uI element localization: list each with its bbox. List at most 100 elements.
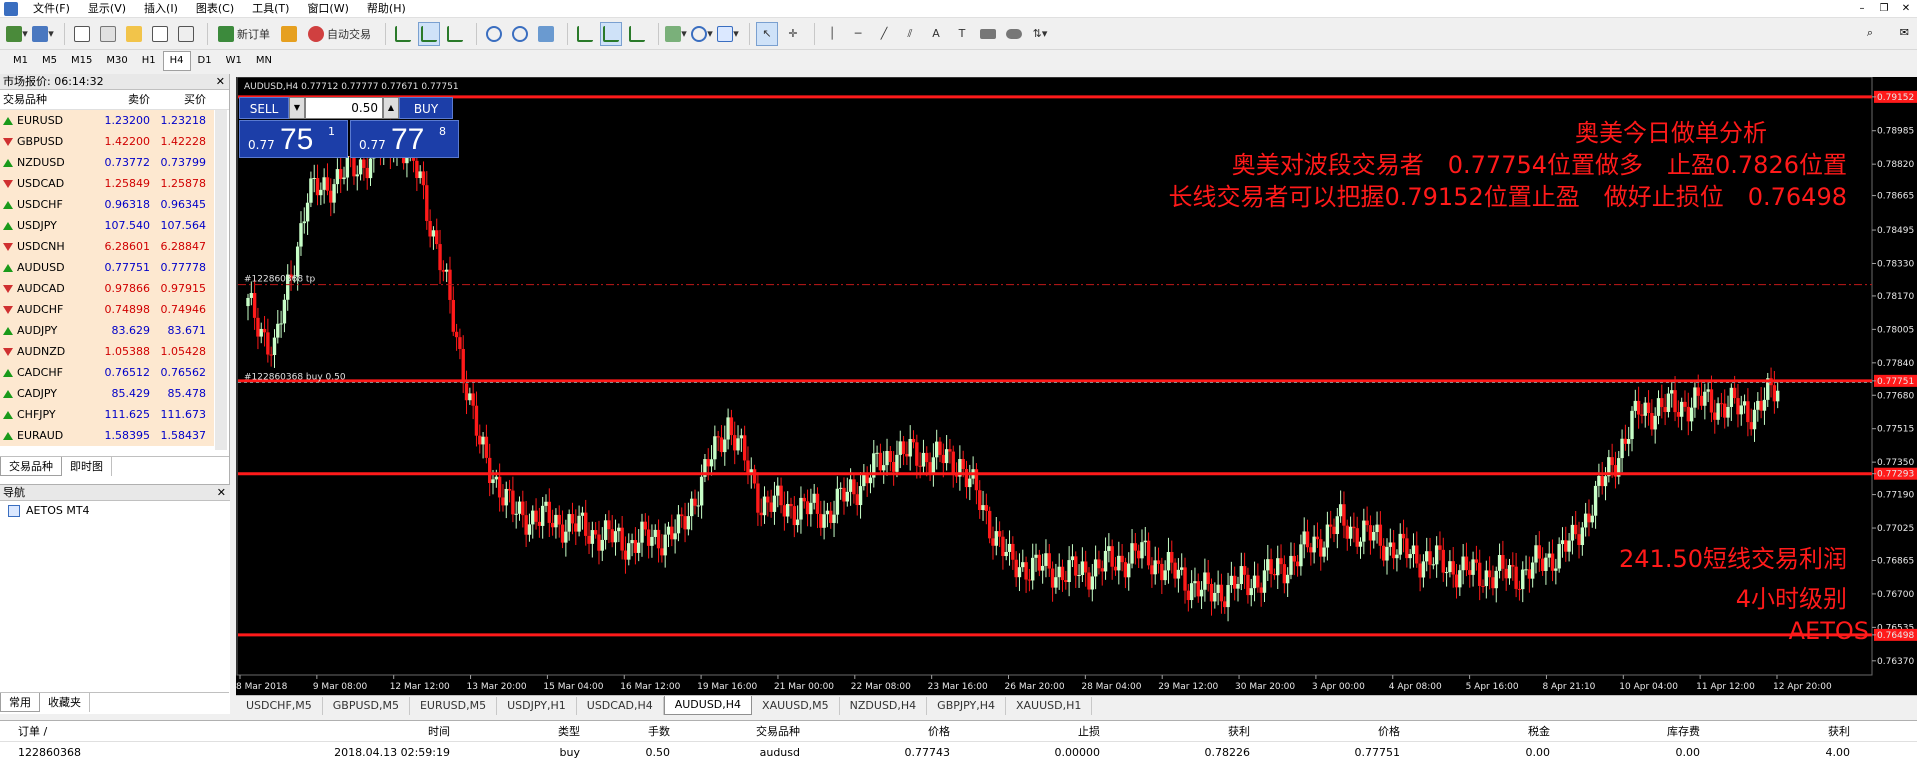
market-row-gbpusd[interactable]: GBPUSD 1.42200 1.42228 (0, 131, 214, 152)
chart-tab[interactable]: NZDUSD,H4 (840, 696, 928, 715)
market-row-audusd[interactable]: AUDUSD 0.77751 0.77778 (0, 257, 214, 278)
terminal-col-header[interactable]: 库存费 (1560, 721, 1710, 741)
autoscroll-button[interactable] (574, 22, 596, 46)
terminal-col-header[interactable]: 获利 (1710, 721, 1860, 741)
terminal-col-header[interactable]: 订单 / (0, 721, 160, 741)
terminal-col-header[interactable]: 止损 (960, 721, 1110, 741)
candlestick-button[interactable] (418, 21, 440, 46)
col-bid[interactable]: 卖价 (100, 90, 150, 109)
lots-input[interactable]: 0.50 (305, 97, 383, 119)
order-row[interactable]: 122860368 2018.04.13 02:59:19 buy 0.50 audus… (0, 742, 1917, 763)
tab-common[interactable]: 常用 (0, 693, 40, 712)
indicators-button[interactable]: ▾ (665, 22, 687, 46)
menu-file[interactable]: 文件(F) (24, 0, 79, 18)
profiles-button[interactable]: ▾ (32, 22, 54, 46)
sell-price-box[interactable]: 0.77 75 1 (239, 120, 348, 158)
chart-tab[interactable]: GBPUSD,M5 (323, 696, 410, 715)
new-order-button[interactable]: 新订单 (214, 22, 274, 46)
menu-help[interactable]: 帮助(H) (358, 0, 415, 18)
market-row-euraud[interactable]: EURAUD 1.58395 1.58437 (0, 425, 214, 446)
tf-m1[interactable]: M1 (6, 51, 35, 71)
new-chart-button[interactable]: ▾ (6, 22, 28, 46)
col-ask[interactable]: 买价 (150, 90, 210, 109)
tile-windows-button[interactable] (535, 22, 557, 46)
tab-favorites[interactable]: 收藏夹 (40, 693, 90, 712)
menu-tools[interactable]: 工具(T) (243, 0, 298, 18)
tab-tick-chart[interactable]: 即时图 (62, 457, 112, 476)
chat-icon[interactable]: ✉ (1900, 26, 1909, 39)
market-row-usdjpy[interactable]: USDJPY 107.540 107.564 (0, 215, 214, 236)
lots-down-button[interactable]: ▼ (289, 97, 305, 119)
ellipse-button[interactable] (1003, 22, 1025, 46)
templates-button[interactable]: ▾ (717, 22, 739, 46)
market-watch-scrollbar[interactable] (215, 110, 227, 450)
terminal-col-header[interactable]: 手数 (590, 721, 680, 741)
tf-m30[interactable]: M30 (99, 51, 134, 71)
chart-shift-button[interactable] (600, 21, 622, 46)
chart-tab[interactable]: XAUUSD,M5 (752, 696, 840, 715)
periods-button[interactable]: ▾ (691, 22, 713, 46)
close-icon[interactable]: ✕ (217, 485, 226, 501)
market-row-usdcad[interactable]: USDCAD 1.25849 1.25878 (0, 173, 214, 194)
text-label-button[interactable]: T (951, 22, 973, 46)
restore-icon[interactable]: ❐ (1877, 0, 1891, 18)
tf-h4[interactable]: H4 (162, 51, 191, 71)
menu-view[interactable]: 显示(V) (79, 0, 135, 18)
menu-window[interactable]: 窗口(W) (298, 0, 357, 18)
chart-tab[interactable]: EURUSD,M5 (410, 696, 498, 715)
market-row-audcad[interactable]: AUDCAD 0.97866 0.97915 (0, 278, 214, 299)
market-row-audjpy[interactable]: AUDJPY 83.629 83.671 (0, 320, 214, 341)
chart-tab[interactable]: USDCAD,H4 (577, 696, 664, 715)
zoom-out-button[interactable] (509, 22, 531, 46)
market-row-cadchf[interactable]: CADCHF 0.76512 0.76562 (0, 362, 214, 383)
data-window-button[interactable] (97, 22, 119, 46)
tf-d1[interactable]: D1 (191, 51, 219, 71)
terminal-col-header[interactable]: 交易品种 (680, 721, 810, 741)
close-icon[interactable]: ✕ (216, 74, 225, 90)
buy-button[interactable]: BUY (399, 97, 453, 119)
rectangle-button[interactable] (977, 22, 999, 46)
auto-trading-button[interactable]: 自动交易 (304, 22, 375, 46)
terminal-button[interactable] (149, 22, 171, 46)
menu-charts[interactable]: 图表(C) (187, 0, 243, 18)
horizontal-line-button[interactable]: ─ (847, 22, 869, 46)
navigator-item-account[interactable]: AETOS MT4 (0, 501, 230, 517)
tester-button[interactable] (175, 22, 197, 46)
chart-tab[interactable]: USDJPY,H1 (497, 696, 577, 715)
line-chart-button[interactable] (444, 22, 466, 46)
market-row-usdchf[interactable]: USDCHF 0.96318 0.96345 (0, 194, 214, 215)
cursor-button[interactable]: ↖ (756, 21, 778, 46)
market-row-usdcnh[interactable]: USDCNH 6.28601 6.28847 (0, 236, 214, 257)
chart-tab[interactable]: AUDUSD,H4 (663, 696, 753, 715)
channel-button[interactable]: ⫽ (899, 22, 921, 46)
tf-m5[interactable]: M5 (35, 51, 64, 71)
tf-w1[interactable]: W1 (219, 51, 249, 71)
close-icon[interactable]: ✕ (1899, 0, 1913, 18)
chart-tab[interactable]: XAUUSD,H1 (1006, 696, 1093, 715)
crosshair-button[interactable]: ✛ (782, 22, 804, 46)
zoom-in-button[interactable] (483, 22, 505, 46)
bar-chart-button[interactable] (392, 22, 414, 46)
market-row-eurusd[interactable]: EURUSD 1.23200 1.23218 (0, 110, 214, 131)
price-chart-button[interactable] (626, 22, 648, 46)
tab-symbols[interactable]: 交易品种 (0, 457, 62, 476)
tf-h1[interactable]: H1 (135, 51, 163, 71)
terminal-col-header[interactable]: 时间 (160, 721, 460, 741)
terminal-col-header[interactable]: 类型 (460, 721, 590, 741)
vertical-line-button[interactable]: │ (821, 22, 843, 46)
search-icon[interactable]: ⌕ (1867, 26, 1873, 40)
sell-button[interactable]: SELL (239, 97, 289, 119)
market-row-audnzd[interactable]: AUDNZD 1.05388 1.05428 (0, 341, 214, 362)
arrows-button[interactable]: ⇅ ▾ (1029, 22, 1051, 46)
buy-price-box[interactable]: 0.77 77 8 (350, 120, 459, 158)
market-row-cadjpy[interactable]: CADJPY 85.429 85.478 (0, 383, 214, 404)
tf-mn[interactable]: MN (249, 51, 279, 71)
menu-insert[interactable]: 插入(I) (135, 0, 187, 18)
chart-tab[interactable]: GBPJPY,H4 (927, 696, 1006, 715)
terminal-col-header[interactable]: 价格 (810, 721, 960, 741)
chart-tab[interactable]: USDCHF,M5 (236, 696, 323, 715)
minimize-icon[interactable]: – (1855, 0, 1869, 18)
terminal-col-header[interactable]: 价格 (1260, 721, 1410, 741)
text-button[interactable]: A (925, 22, 947, 46)
terminal-col-header[interactable]: 税金 (1410, 721, 1560, 741)
